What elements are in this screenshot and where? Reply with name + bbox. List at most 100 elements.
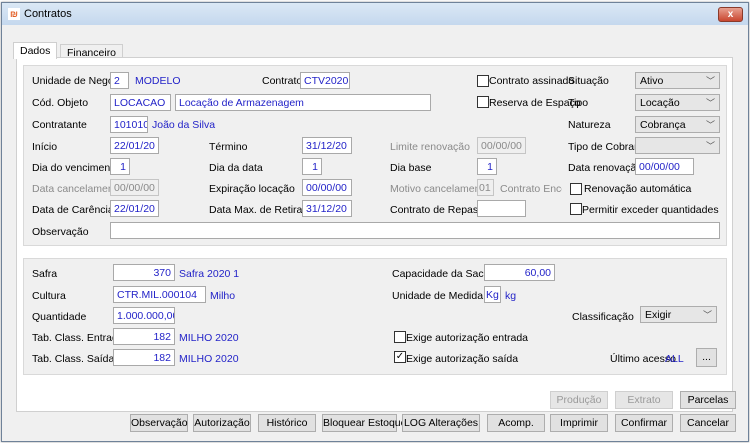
contrato-assinado-label[interactable]: Contrato assinado (489, 75, 574, 87)
ultimo-acesso-button[interactable]: ... (696, 348, 717, 367)
saida-label: Tab. Class. Saída (32, 353, 115, 365)
dia-data-input[interactable]: 1 (302, 158, 322, 175)
confirmar-button[interactable]: Confirmar (615, 414, 673, 432)
chevron-down-icon: ﹀ (705, 120, 715, 130)
chevron-down-icon: ﹀ (702, 310, 712, 320)
observacao-button[interactable]: Observação (130, 414, 188, 432)
exige-saida-label[interactable]: Exige autorização saída (406, 353, 518, 365)
permitir-exceder-checkbox[interactable] (570, 203, 582, 215)
termino-label: Término (209, 141, 248, 153)
contrato-assinado-checkbox[interactable] (477, 75, 489, 87)
max-retirada-input[interactable]: 31/12/20 (302, 200, 352, 217)
data-renov-label: Data renovação (568, 162, 643, 174)
classificacao-select[interactable]: Exigir ﹀ (640, 306, 717, 323)
tipo-cobranca-select[interactable]: ﹀ (635, 137, 720, 154)
expiracao-label: Expiração locação (209, 183, 295, 195)
app-icon: ₪ (8, 8, 20, 20)
termino-input[interactable]: 31/12/20 (302, 137, 352, 154)
situacao-value: Ativo (640, 75, 664, 87)
contrato-input[interactable]: CTV2020 (300, 72, 350, 89)
unidade-name: MODELO (135, 75, 181, 87)
natureza-label: Natureza (568, 119, 611, 131)
motivo-desc: Contrato Encerra (500, 183, 562, 195)
tipo-select[interactable]: Locação ﹀ (635, 94, 720, 111)
quantidade-label: Quantidade (32, 311, 87, 323)
natureza-select[interactable]: Cobrança ﹀ (635, 116, 720, 133)
capacidade-label: Capacidade da Saca (392, 268, 490, 280)
contrato-label: Contrato (262, 75, 303, 87)
dia-venc-label: Dia do vencimento (32, 162, 119, 174)
renovacao-auto-checkbox[interactable] (570, 183, 582, 195)
log-alteracoes-button[interactable]: LOG Alterações (402, 414, 480, 432)
safra-label: Safra (32, 268, 58, 280)
natureza-value: Cobrança (640, 119, 686, 131)
ultimo-acesso-value: ALL (665, 353, 684, 365)
reserva-espaco-checkbox[interactable] (477, 96, 489, 108)
exige-entrada-label[interactable]: Exige autorização entrada (406, 332, 528, 344)
inicio-label: Início (32, 141, 58, 153)
close-button[interactable]: x (718, 7, 743, 22)
cultura-input[interactable]: CTR.MIL.000104 (113, 286, 206, 303)
extrato-button[interactable]: Extrato (615, 391, 673, 409)
tipo-value: Locação (640, 97, 680, 109)
exige-entrada-checkbox[interactable] (394, 331, 406, 343)
expiracao-input[interactable]: 00/00/00 (302, 179, 352, 196)
historico-button[interactable]: Histórico (258, 414, 316, 432)
max-retirada-label: Data Max. de Retirada (209, 204, 315, 216)
reserva-espaco-label[interactable]: Reserva de Espaço (489, 97, 581, 109)
motivo-label: Motivo cancelamento (390, 183, 490, 195)
safra-input[interactable]: 370 (113, 264, 175, 281)
data-canc-label: Data cancelamento (32, 183, 123, 195)
repasse-label: Contrato de Repasse (390, 204, 490, 216)
data-canc-input: 00/00/00 (110, 179, 159, 196)
carencia-input[interactable]: 22/01/20 (110, 200, 159, 217)
exige-saida-checkbox[interactable]: ✓ (394, 351, 406, 363)
saida-input[interactable]: 182 (113, 349, 175, 366)
producao-button[interactable]: Produção (550, 391, 608, 409)
repasse-input[interactable] (477, 200, 526, 217)
window-title: Contratos (24, 8, 72, 20)
cultura-name: Milho (210, 290, 236, 302)
dia-base-label: Dia base (390, 162, 432, 174)
tab-dados[interactable]: Dados (13, 42, 58, 59)
quantidade-input[interactable]: 1.000.000,00 (113, 307, 175, 324)
unidade-medida-input[interactable]: Kg (484, 286, 501, 303)
situacao-label: Situação (568, 75, 609, 87)
saida-name: MILHO 2020 (179, 353, 239, 365)
unidade-input[interactable]: 2 (110, 72, 129, 89)
title-bar: ₪ Contratos x (2, 3, 748, 25)
contratante-input[interactable]: 101010 (110, 116, 148, 133)
safra-name: Safra 2020 1 (179, 268, 240, 280)
tipo-label: Tipo (568, 97, 589, 109)
parcelas-button[interactable]: Parcelas (680, 391, 736, 409)
permitir-exceder-label[interactable]: Permitir exceder quantidades (582, 204, 719, 216)
limite-label: Limite renovação (390, 141, 470, 153)
data-renov-input[interactable]: 00/00/00 (635, 158, 694, 175)
observacao-input[interactable] (110, 222, 720, 239)
entrada-label: Tab. Class. Entrada (32, 332, 124, 344)
imprimir-button[interactable]: Imprimir (550, 414, 608, 432)
renovacao-auto-label[interactable]: Renovação automática (584, 183, 691, 195)
situacao-select[interactable]: Ativo ﹀ (635, 72, 720, 89)
cod-objeto-input[interactable]: LOCACAO (110, 94, 171, 111)
dia-data-label: Dia da data (209, 162, 263, 174)
entrada-name: MILHO 2020 (179, 332, 239, 344)
dia-base-input[interactable]: 1 (477, 158, 497, 175)
cancelar-button[interactable]: Cancelar (680, 414, 736, 432)
classificacao-label: Classificação (572, 311, 634, 323)
chevron-down-icon: ﹀ (705, 76, 715, 86)
inicio-input[interactable]: 22/01/20 (110, 137, 159, 154)
dia-venc-input[interactable]: 1 (110, 158, 130, 175)
unidade-medida-label: Unidade de Medida (392, 290, 484, 302)
acomp-button[interactable]: Acomp. (487, 414, 545, 432)
autorizacao-button[interactable]: Autorização (193, 414, 251, 432)
unidade-medida-name: kg (505, 290, 517, 302)
cod-objeto-label: Cód. Objeto (32, 97, 89, 109)
objeto-desc-input[interactable]: Locação de Armazenagem (175, 94, 431, 111)
entrada-input[interactable]: 182 (113, 328, 175, 345)
classificacao-value: Exigir (645, 309, 672, 321)
chevron-down-icon: ﹀ (705, 98, 715, 108)
capacidade-input[interactable]: 60,00 (484, 264, 555, 281)
cultura-label: Cultura (32, 290, 66, 302)
bloquear-estoque-button[interactable]: Bloquear Estoque (322, 414, 406, 432)
